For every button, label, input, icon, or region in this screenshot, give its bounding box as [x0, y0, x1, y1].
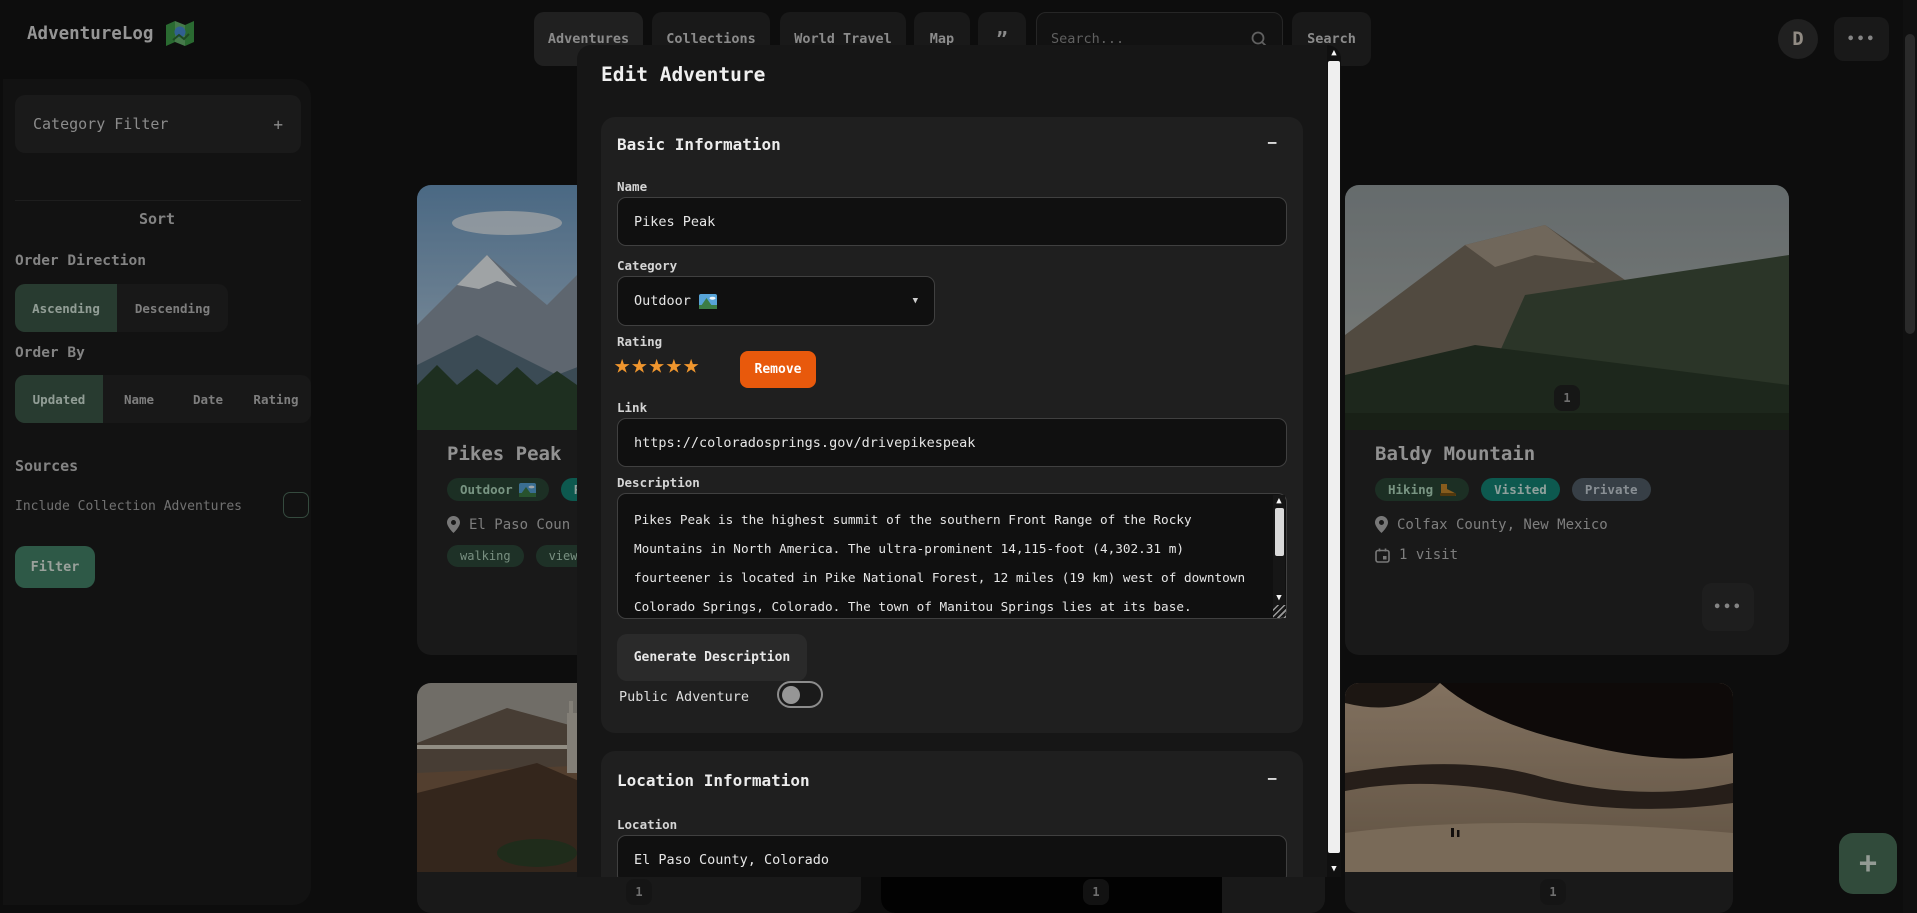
location-label: Location [617, 817, 677, 832]
description-value: Pikes Peak is the highest summit of the … [634, 505, 1258, 619]
scroll-up-icon[interactable]: ▲ [1327, 48, 1341, 58]
collapse-section-button[interactable]: − [1267, 133, 1277, 152]
name-label: Name [617, 179, 647, 194]
generate-description-button[interactable]: Generate Description [617, 634, 807, 681]
adventurelog-app: AdventureLog Adventures Collections Worl… [0, 0, 1917, 913]
remove-rating-label: Remove [755, 362, 802, 377]
link-value: https://coloradosprings.gov/drivepikespe… [634, 435, 975, 451]
description-textarea[interactable]: Pikes Peak is the highest summit of the … [617, 493, 1287, 619]
category-value: Outdoor [634, 293, 691, 309]
basic-information-heading: Basic Information [617, 135, 781, 154]
modal-scrollbar-thumb[interactable] [1328, 61, 1340, 853]
modal-scrollbar[interactable]: ▲ ▼ [1327, 45, 1341, 877]
national-park-emoji [699, 294, 717, 309]
category-selected-option: Outdoor [634, 293, 717, 309]
scroll-down-icon[interactable]: ▼ [1273, 593, 1285, 603]
star-rating[interactable]: ★★★★★ [614, 351, 700, 378]
description-scrollbar[interactable]: ▲ ▼ [1273, 495, 1285, 617]
scroll-down-icon[interactable]: ▼ [1327, 864, 1341, 874]
toggle-knob [782, 686, 800, 704]
edit-adventure-modal: Edit Adventure Basic Information − Name … [577, 45, 1341, 877]
description-label: Description [617, 475, 700, 490]
public-adventure-toggle[interactable] [777, 681, 823, 708]
public-adventure-label: Public Adventure [619, 689, 749, 705]
location-information-heading: Location Information [617, 771, 810, 790]
scroll-up-icon[interactable]: ▲ [1273, 496, 1285, 506]
name-field[interactable]: Pikes Peak [617, 197, 1287, 246]
chevron-down-icon: ▼ [913, 296, 918, 306]
category-label: Category [617, 258, 677, 273]
modal-title: Edit Adventure [601, 63, 765, 86]
basic-information-section: Basic Information − Name Pikes Peak Cate… [601, 117, 1303, 733]
link-label: Link [617, 400, 647, 415]
collapse-section-button[interactable]: − [1267, 769, 1277, 788]
location-field[interactable]: El Paso County, Colorado [617, 835, 1287, 877]
location-value: El Paso County, Colorado [634, 852, 829, 868]
generate-description-label: Generate Description [634, 650, 791, 665]
name-value: Pikes Peak [634, 214, 715, 230]
location-information-section: Location Information − Location El Paso … [601, 751, 1303, 877]
description-scrollbar-thumb[interactable] [1275, 508, 1284, 556]
category-select[interactable]: Outdoor ▼ [617, 276, 935, 326]
rating-label: Rating [617, 334, 662, 349]
link-field[interactable]: https://coloradosprings.gov/drivepikespe… [617, 418, 1287, 467]
textarea-resize-handle[interactable] [1273, 605, 1286, 618]
remove-rating-button[interactable]: Remove [740, 351, 816, 388]
